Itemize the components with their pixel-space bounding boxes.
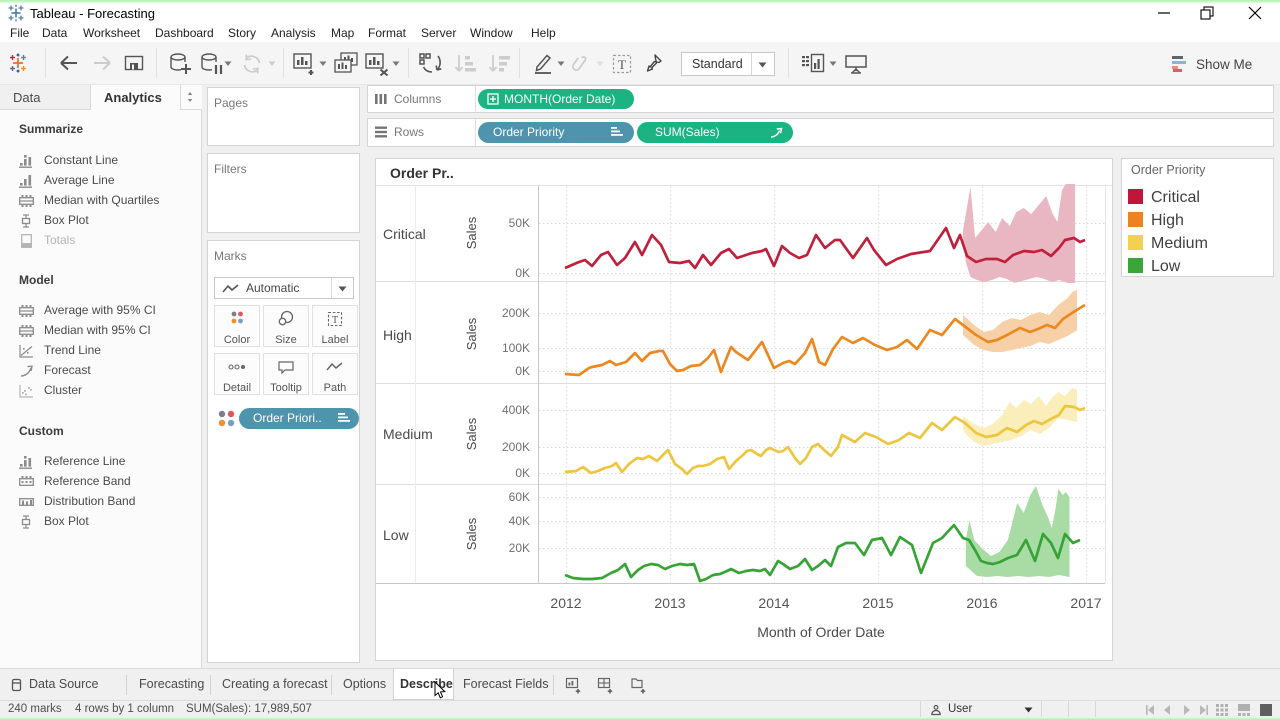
- svg-text:Sales: Sales: [464, 317, 479, 350]
- svg-text:0K: 0K: [515, 466, 530, 480]
- svg-text:Sales: Sales: [464, 517, 479, 550]
- svg-text:Medium: Medium: [383, 426, 433, 442]
- svg-text:0K: 0K: [515, 266, 530, 280]
- svg-text:Order Pr..: Order Pr..: [390, 165, 454, 181]
- svg-text:40K: 40K: [509, 514, 530, 528]
- svg-text:Sales: Sales: [464, 417, 479, 450]
- svg-text:2016: 2016: [966, 595, 997, 611]
- svg-text:0K: 0K: [515, 364, 530, 378]
- svg-text:Medium: Medium: [1151, 235, 1208, 252]
- svg-text:50K: 50K: [509, 216, 530, 230]
- svg-text:400K: 400K: [502, 403, 530, 417]
- svg-text:Critical: Critical: [383, 226, 426, 242]
- svg-text:20K: 20K: [509, 541, 530, 555]
- svg-text:Month of Order Date: Month of Order Date: [757, 624, 885, 640]
- svg-text:100K: 100K: [502, 341, 530, 355]
- svg-text:2013: 2013: [654, 595, 685, 611]
- svg-text:2017: 2017: [1070, 595, 1101, 611]
- svg-text:200K: 200K: [502, 440, 530, 454]
- svg-text:Low: Low: [383, 527, 410, 543]
- svg-text:2014: 2014: [758, 595, 789, 611]
- svg-text:Order Priority: Order Priority: [1131, 163, 1206, 177]
- svg-text:2015: 2015: [862, 595, 893, 611]
- svg-text:High: High: [1151, 212, 1184, 229]
- svg-text:High: High: [383, 327, 412, 343]
- svg-text:Critical: Critical: [1151, 189, 1200, 206]
- svg-text:Low: Low: [1151, 258, 1181, 275]
- svg-text:Sales: Sales: [464, 216, 479, 249]
- svg-text:200K: 200K: [502, 306, 530, 320]
- svg-text:2012: 2012: [550, 595, 581, 611]
- svg-text:60K: 60K: [509, 490, 530, 504]
